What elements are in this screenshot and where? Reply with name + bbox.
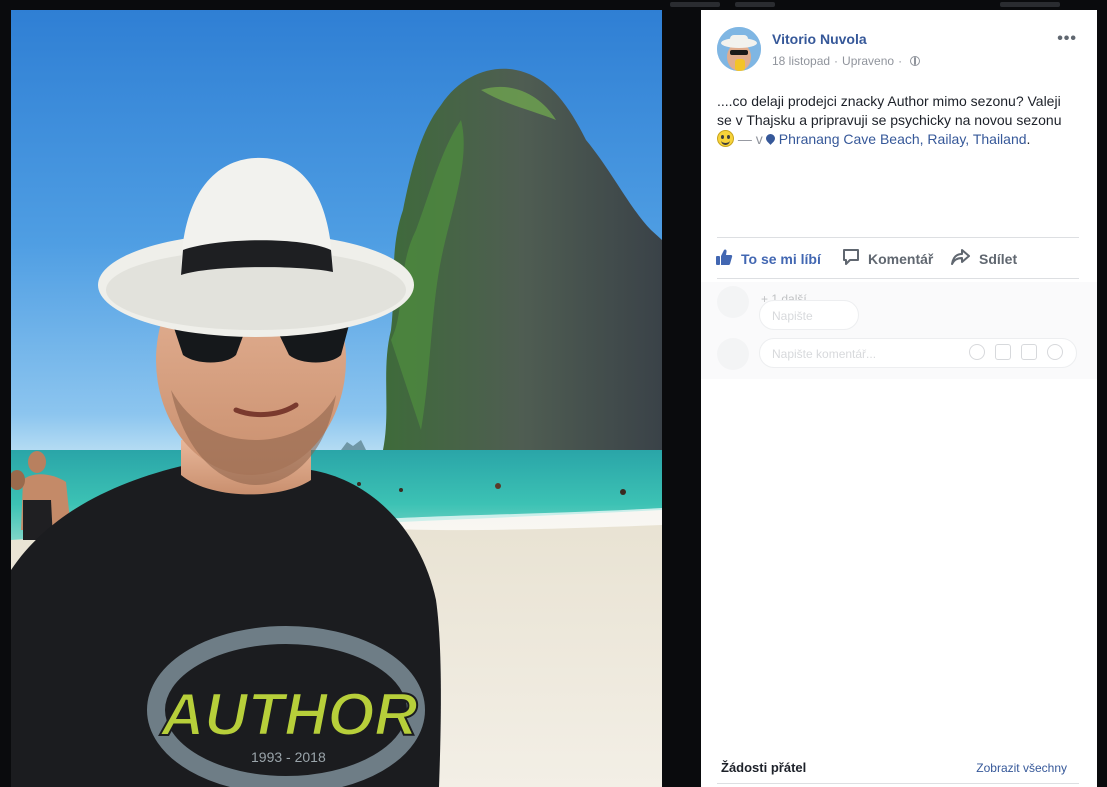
meta-separator: · [898,54,903,68]
post-photo[interactable]: AUTHOR 1993 - 2018 [11,10,662,787]
location-suffix: . [1026,131,1031,147]
divider [717,237,1079,238]
shirt-years-text: 1993 - 2018 [251,749,326,765]
gif-icon[interactable] [1021,344,1037,360]
author-name-link[interactable]: Vitorio Nuvola [772,31,867,47]
share-button[interactable]: Sdílet [951,248,1017,269]
map-pin-icon [763,132,777,145]
friend-requests-heading: Žádosti přátel [721,760,807,775]
thumbs-up-icon [715,248,733,269]
divider [717,278,1079,279]
smiley-icon [717,130,734,147]
post-meta: 18 listopad · Upraveno · [772,54,921,68]
author-avatar[interactable] [717,27,761,71]
meta-separator: · [834,54,839,68]
commenter-avatar [717,286,749,318]
like-button[interactable]: To se mi líbí [715,248,821,269]
globe-icon[interactable] [910,56,921,66]
post-side-panel: Vitorio Nuvola 18 listopad · Upraveno · •••… [701,10,1097,787]
location-prefix: — v [737,131,763,147]
emoji-icon[interactable] [969,344,985,360]
divider [717,783,1079,784]
share-arrow-icon [951,248,971,269]
faded-nav-item [1000,2,1060,7]
location-link[interactable]: Phranang Cave Beach, Railay, Thailand [779,131,1027,147]
sticker-icon[interactable] [1047,344,1063,360]
camera-icon[interactable] [995,344,1011,360]
comment-label: Komentář [868,250,934,267]
like-label: To se mi líbí [741,250,821,267]
comment-button[interactable]: Komentář [842,248,933,269]
more-options-button[interactable]: ••• [1057,30,1077,48]
post-date-link[interactable]: 18 listopad [772,54,830,68]
post-text: ....co delaji prodejci znacky Author mim… [717,92,1077,149]
speech-bubble-icon [842,248,860,269]
edited-label[interactable]: Upraveno [842,54,894,68]
comments-area: + 1 další Napište komen Napište komentář… [701,282,1097,379]
faded-nav-item [735,2,775,7]
current-user-avatar [717,338,749,370]
top-backdrop [0,0,1107,10]
reply-input[interactable]: Napište komen [759,300,859,353]
avatar-image [717,27,761,71]
faded-nav-item [670,2,720,7]
see-all-link[interactable]: Zobrazit všechny [976,761,1067,775]
post-message: ....co delaji prodejci znacky Author mim… [717,93,1062,128]
share-label: Sdílet [979,250,1018,267]
photo-illustration: AUTHOR 1993 - 2018 [11,68,662,787]
shirt-logo-text: AUTHOR [159,681,418,748]
